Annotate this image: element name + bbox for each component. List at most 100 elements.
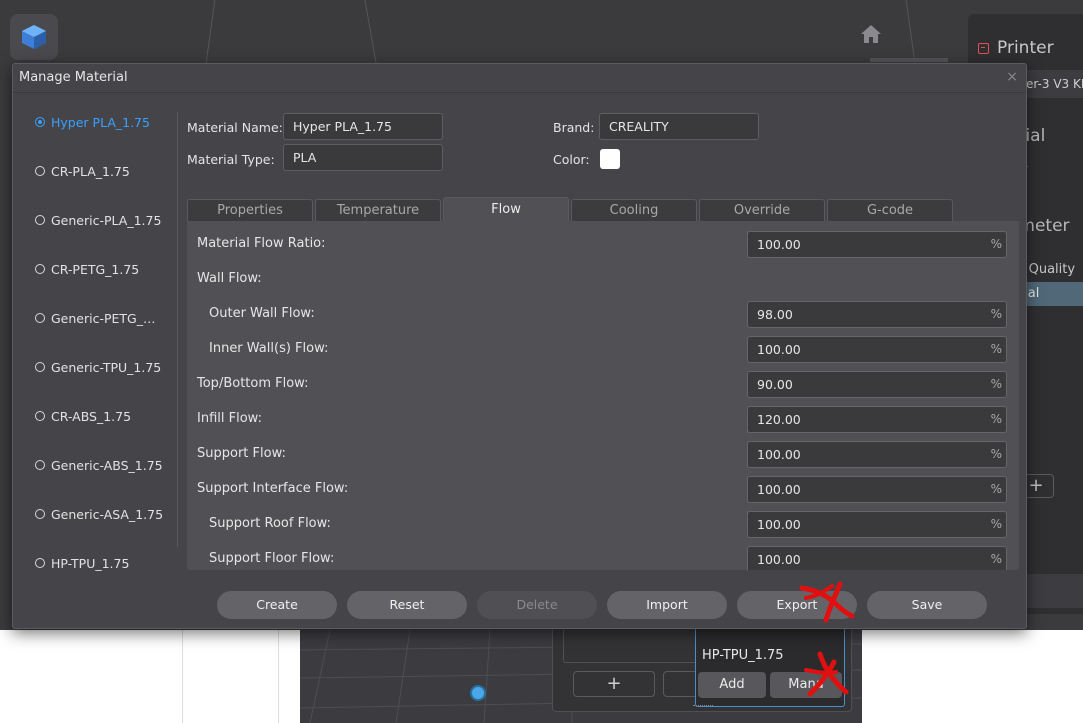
material-name-field[interactable]: Hyper PLA_1.75 (283, 113, 443, 140)
flow-value: 100.00 (757, 517, 801, 532)
create-button[interactable]: Create (217, 591, 337, 619)
material-list-item[interactable]: Generic-ABS_1.75 (35, 455, 163, 475)
divider (278, 630, 279, 723)
tab-temperature[interactable]: Temperature (315, 199, 441, 221)
divider (177, 112, 178, 547)
color-swatch[interactable] (600, 149, 620, 169)
material-list-item-label: HP-TPU_1.75 (51, 555, 130, 571)
flow-settings-panel: Material Flow Ratio: 100.00% Wall Flow: Out… (187, 221, 1019, 570)
flow-value: 98.00 (757, 307, 793, 322)
radio-icon[interactable] (35, 166, 45, 176)
flow-row-label: Infill Flow: (197, 411, 262, 426)
material-list-item[interactable]: Generic-PLA_1.75 (35, 210, 161, 230)
popup-resize-grip[interactable] (693, 705, 713, 708)
unit-label: % (990, 237, 1002, 251)
flow-row-label: Support Flow: (197, 446, 286, 461)
printer-header[interactable]: Printer (978, 38, 1054, 58)
flow-value-input[interactable]: 90.00% (747, 371, 1007, 398)
reset-button[interactable]: Reset (347, 591, 467, 619)
divider (13, 92, 1026, 93)
flow-value: 100.00 (757, 237, 801, 252)
flow-value: 90.00 (757, 377, 793, 392)
material-list-item-label: CR-PETG_1.75 (51, 261, 140, 277)
material-list-item[interactable]: CR-ABS_1.75 (35, 406, 131, 426)
flow-row-label: Support Floor Flow: (209, 551, 335, 566)
flow-row-label: Outer Wall Flow: (209, 306, 315, 321)
popup-material-item[interactable]: HP-TPU_1.75 (702, 648, 784, 663)
flow-value-input[interactable]: 100.00% (747, 476, 1007, 503)
right-blank-area (862, 630, 1083, 723)
delete-button[interactable]: Delete (477, 591, 597, 619)
material-list-item-label: Hyper PLA_1.75 (51, 114, 150, 130)
material-list-item-label: CR-ABS_1.75 (51, 408, 132, 424)
close-icon[interactable]: × (1006, 69, 1018, 85)
flow-value: 100.00 (757, 342, 801, 357)
material-type-label: Material Type: (187, 152, 275, 167)
material-list-item[interactable]: CR-PETG_1.75 (35, 259, 139, 279)
manage-material-dialog: Manage Material × Hyper PLA_1.75 CR-PLA_1… (12, 63, 1027, 629)
left-panel-area (0, 630, 300, 723)
home-icon[interactable] (860, 24, 882, 44)
flow-value-input[interactable]: 100.00% (747, 546, 1007, 570)
unit-label: % (990, 517, 1002, 531)
printer-collapse-icon (978, 42, 989, 54)
radio-icon[interactable] (35, 313, 45, 323)
flow-value-input[interactable]: 120.00% (747, 406, 1007, 433)
grid-line (205, 0, 216, 63)
radio-icon[interactable] (35, 362, 45, 372)
brand-label: Brand: (553, 120, 595, 135)
radio-icon[interactable] (35, 558, 45, 568)
popup-add-plus-button[interactable]: + (573, 671, 655, 697)
popup-add-button[interactable]: Add (698, 672, 766, 698)
material-list-item[interactable]: Generic-ASA_1.75 (35, 504, 163, 524)
radio-icon[interactable] (35, 411, 45, 421)
tab-g-code[interactable]: G-code (827, 199, 953, 221)
flow-value-input[interactable]: 100.00% (747, 511, 1007, 538)
viewport-point-marker[interactable] (470, 685, 486, 701)
flow-row-label: Material Flow Ratio: (197, 236, 326, 251)
radio-icon[interactable] (35, 460, 45, 470)
flow-value: 120.00 (757, 412, 801, 427)
flow-value-input[interactable]: 100.00% (747, 441, 1007, 468)
material-list-item-label: Generic-PETG_… (51, 310, 156, 326)
flow-value-input[interactable]: 100.00% (747, 231, 1007, 258)
app-logo-icon[interactable] (10, 14, 58, 60)
material-list-item-label: Generic-TPU_1.75 (51, 359, 162, 375)
material-list-item[interactable]: Generic-TPU_1.75 (35, 357, 161, 377)
material-list-item[interactable]: CR-PLA_1.75 (35, 161, 130, 181)
tab-flow[interactable]: Flow (443, 197, 569, 221)
tab-override[interactable]: Override (699, 199, 825, 221)
dialog-title: Manage Material (19, 70, 128, 85)
radio-icon[interactable] (35, 215, 45, 225)
flow-value-input[interactable]: 100.00% (747, 336, 1007, 363)
material-type-field[interactable]: PLA (283, 144, 443, 171)
flow-row-label: Top/Bottom Flow: (197, 376, 309, 391)
unit-label: % (990, 447, 1002, 461)
save-button[interactable]: Save (867, 591, 987, 619)
flow-row-label: Wall Flow: (197, 271, 262, 286)
material-list-item[interactable]: Hyper PLA_1.75 (35, 112, 150, 132)
unit-label: % (990, 307, 1002, 321)
radio-icon[interactable] (35, 117, 45, 127)
settings-tabs: Properties Temperature Flow Cooling Override… (187, 197, 1019, 221)
popup-manage-button[interactable]: Mana (770, 672, 842, 698)
flow-value-input[interactable]: 98.00% (747, 301, 1007, 328)
radio-icon[interactable] (35, 264, 45, 274)
unit-label: % (990, 377, 1002, 391)
color-label: Color: (553, 152, 590, 167)
export-button[interactable]: Export (737, 591, 857, 619)
flow-row-label: Inner Wall(s) Flow: (209, 341, 329, 356)
material-list-item-label: Generic-ABS_1.75 (51, 457, 163, 473)
tab-cooling[interactable]: Cooling (571, 199, 697, 221)
material-list-item-label: Generic-PLA_1.75 (51, 212, 162, 228)
tab-properties[interactable]: Properties (187, 199, 313, 221)
brand-field[interactable]: CREALITY (599, 113, 759, 140)
unit-label: % (990, 342, 1002, 356)
material-list-item[interactable]: HP-TPU_1.75 (35, 553, 129, 573)
import-button[interactable]: Import (607, 591, 727, 619)
radio-icon[interactable] (35, 509, 45, 519)
grid-line (905, 0, 916, 63)
divider (182, 630, 183, 723)
material-list-item[interactable]: Generic-PETG_… (35, 308, 156, 328)
material-list-item-label: Generic-ASA_1.75 (51, 506, 164, 522)
